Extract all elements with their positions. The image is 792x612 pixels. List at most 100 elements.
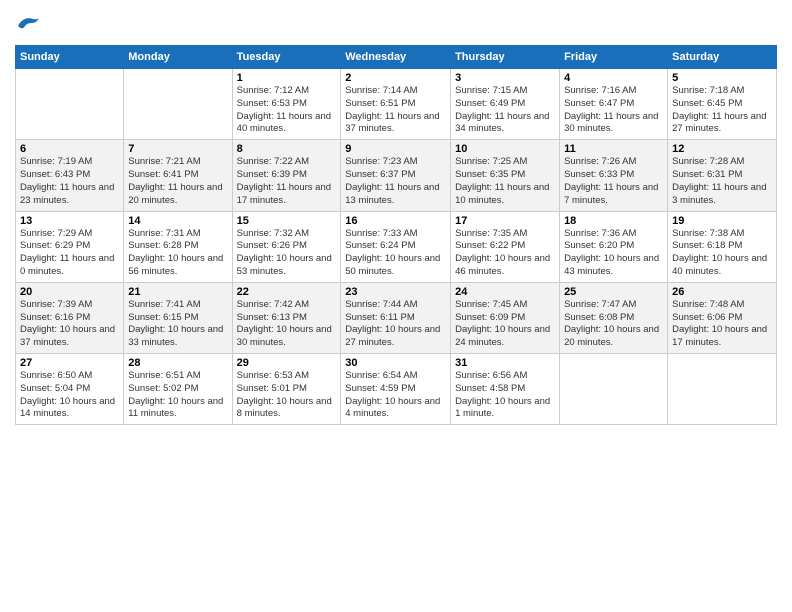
calendar-week-row: 13Sunrise: 7:29 AM Sunset: 6:29 PM Dayli… xyxy=(16,211,777,282)
day-info: Sunrise: 7:26 AM Sunset: 6:33 PM Dayligh… xyxy=(564,156,663,207)
day-info: Sunrise: 7:21 AM Sunset: 6:41 PM Dayligh… xyxy=(128,156,227,207)
day-info: Sunrise: 7:28 AM Sunset: 6:31 PM Dayligh… xyxy=(672,156,772,207)
day-number: 7 xyxy=(128,143,227,155)
day-info: Sunrise: 6:56 AM Sunset: 4:58 PM Dayligh… xyxy=(455,370,555,421)
day-info: Sunrise: 7:14 AM Sunset: 6:51 PM Dayligh… xyxy=(345,85,446,136)
calendar-cell: 4Sunrise: 7:16 AM Sunset: 6:47 PM Daylig… xyxy=(560,69,668,140)
day-number: 29 xyxy=(237,357,337,369)
day-number: 16 xyxy=(345,215,446,227)
day-info: Sunrise: 7:36 AM Sunset: 6:20 PM Dayligh… xyxy=(564,228,663,279)
calendar-cell: 11Sunrise: 7:26 AM Sunset: 6:33 PM Dayli… xyxy=(560,140,668,211)
calendar-cell: 9Sunrise: 7:23 AM Sunset: 6:37 PM Daylig… xyxy=(341,140,451,211)
day-number: 18 xyxy=(564,215,663,227)
day-number: 20 xyxy=(20,286,119,298)
calendar-cell: 18Sunrise: 7:36 AM Sunset: 6:20 PM Dayli… xyxy=(560,211,668,282)
day-info: Sunrise: 7:15 AM Sunset: 6:49 PM Dayligh… xyxy=(455,85,555,136)
day-number: 17 xyxy=(455,215,555,227)
day-info: Sunrise: 6:54 AM Sunset: 4:59 PM Dayligh… xyxy=(345,370,446,421)
day-info: Sunrise: 6:51 AM Sunset: 5:02 PM Dayligh… xyxy=(128,370,227,421)
calendar-cell: 26Sunrise: 7:48 AM Sunset: 6:06 PM Dayli… xyxy=(668,282,777,353)
day-info: Sunrise: 7:33 AM Sunset: 6:24 PM Dayligh… xyxy=(345,228,446,279)
day-number: 21 xyxy=(128,286,227,298)
calendar-cell: 30Sunrise: 6:54 AM Sunset: 4:59 PM Dayli… xyxy=(341,354,451,425)
day-number: 2 xyxy=(345,72,446,84)
day-number: 14 xyxy=(128,215,227,227)
day-info: Sunrise: 7:45 AM Sunset: 6:09 PM Dayligh… xyxy=(455,299,555,350)
page-header xyxy=(15,10,777,39)
day-number: 30 xyxy=(345,357,446,369)
day-info: Sunrise: 7:38 AM Sunset: 6:18 PM Dayligh… xyxy=(672,228,772,279)
calendar-cell: 22Sunrise: 7:42 AM Sunset: 6:13 PM Dayli… xyxy=(232,282,341,353)
day-info: Sunrise: 7:29 AM Sunset: 6:29 PM Dayligh… xyxy=(20,228,119,279)
day-info: Sunrise: 6:53 AM Sunset: 5:01 PM Dayligh… xyxy=(237,370,337,421)
calendar-week-row: 6Sunrise: 7:19 AM Sunset: 6:43 PM Daylig… xyxy=(16,140,777,211)
header-thursday: Thursday xyxy=(451,46,560,69)
calendar-cell xyxy=(124,69,232,140)
day-info: Sunrise: 7:35 AM Sunset: 6:22 PM Dayligh… xyxy=(455,228,555,279)
calendar-cell: 27Sunrise: 6:50 AM Sunset: 5:04 PM Dayli… xyxy=(16,354,124,425)
day-info: Sunrise: 7:16 AM Sunset: 6:47 PM Dayligh… xyxy=(564,85,663,136)
day-number: 26 xyxy=(672,286,772,298)
day-number: 23 xyxy=(345,286,446,298)
day-info: Sunrise: 7:31 AM Sunset: 6:28 PM Dayligh… xyxy=(128,228,227,279)
calendar-week-row: 27Sunrise: 6:50 AM Sunset: 5:04 PM Dayli… xyxy=(16,354,777,425)
day-info: Sunrise: 7:42 AM Sunset: 6:13 PM Dayligh… xyxy=(237,299,337,350)
calendar-cell: 13Sunrise: 7:29 AM Sunset: 6:29 PM Dayli… xyxy=(16,211,124,282)
day-number: 12 xyxy=(672,143,772,155)
day-info: Sunrise: 7:25 AM Sunset: 6:35 PM Dayligh… xyxy=(455,156,555,207)
header-sunday: Sunday xyxy=(16,46,124,69)
header-monday: Monday xyxy=(124,46,232,69)
day-number: 19 xyxy=(672,215,772,227)
day-number: 31 xyxy=(455,357,555,369)
day-number: 3 xyxy=(455,72,555,84)
day-number: 1 xyxy=(237,72,337,84)
logo xyxy=(15,14,41,39)
calendar-cell xyxy=(16,69,124,140)
day-info: Sunrise: 6:50 AM Sunset: 5:04 PM Dayligh… xyxy=(20,370,119,421)
calendar-cell: 15Sunrise: 7:32 AM Sunset: 6:26 PM Dayli… xyxy=(232,211,341,282)
day-info: Sunrise: 7:44 AM Sunset: 6:11 PM Dayligh… xyxy=(345,299,446,350)
calendar-cell: 19Sunrise: 7:38 AM Sunset: 6:18 PM Dayli… xyxy=(668,211,777,282)
calendar-cell: 8Sunrise: 7:22 AM Sunset: 6:39 PM Daylig… xyxy=(232,140,341,211)
calendar-header-row: SundayMondayTuesdayWednesdayThursdayFrid… xyxy=(16,46,777,69)
calendar-week-row: 1Sunrise: 7:12 AM Sunset: 6:53 PM Daylig… xyxy=(16,69,777,140)
day-number: 8 xyxy=(237,143,337,155)
header-wednesday: Wednesday xyxy=(341,46,451,69)
day-number: 6 xyxy=(20,143,119,155)
day-info: Sunrise: 7:23 AM Sunset: 6:37 PM Dayligh… xyxy=(345,156,446,207)
day-info: Sunrise: 7:41 AM Sunset: 6:15 PM Dayligh… xyxy=(128,299,227,350)
calendar-cell: 3Sunrise: 7:15 AM Sunset: 6:49 PM Daylig… xyxy=(451,69,560,140)
day-number: 27 xyxy=(20,357,119,369)
day-info: Sunrise: 7:19 AM Sunset: 6:43 PM Dayligh… xyxy=(20,156,119,207)
day-info: Sunrise: 7:47 AM Sunset: 6:08 PM Dayligh… xyxy=(564,299,663,350)
day-number: 22 xyxy=(237,286,337,298)
day-info: Sunrise: 7:48 AM Sunset: 6:06 PM Dayligh… xyxy=(672,299,772,350)
calendar-cell: 16Sunrise: 7:33 AM Sunset: 6:24 PM Dayli… xyxy=(341,211,451,282)
calendar-cell: 1Sunrise: 7:12 AM Sunset: 6:53 PM Daylig… xyxy=(232,69,341,140)
calendar-cell: 21Sunrise: 7:41 AM Sunset: 6:15 PM Dayli… xyxy=(124,282,232,353)
calendar-cell: 10Sunrise: 7:25 AM Sunset: 6:35 PM Dayli… xyxy=(451,140,560,211)
header-friday: Friday xyxy=(560,46,668,69)
calendar-week-row: 20Sunrise: 7:39 AM Sunset: 6:16 PM Dayli… xyxy=(16,282,777,353)
day-number: 5 xyxy=(672,72,772,84)
header-saturday: Saturday xyxy=(668,46,777,69)
calendar-cell: 14Sunrise: 7:31 AM Sunset: 6:28 PM Dayli… xyxy=(124,211,232,282)
day-number: 15 xyxy=(237,215,337,227)
day-number: 13 xyxy=(20,215,119,227)
day-info: Sunrise: 7:39 AM Sunset: 6:16 PM Dayligh… xyxy=(20,299,119,350)
day-number: 28 xyxy=(128,357,227,369)
calendar-cell: 24Sunrise: 7:45 AM Sunset: 6:09 PM Dayli… xyxy=(451,282,560,353)
day-info: Sunrise: 7:18 AM Sunset: 6:45 PM Dayligh… xyxy=(672,85,772,136)
calendar-cell: 17Sunrise: 7:35 AM Sunset: 6:22 PM Dayli… xyxy=(451,211,560,282)
calendar-cell: 28Sunrise: 6:51 AM Sunset: 5:02 PM Dayli… xyxy=(124,354,232,425)
calendar-cell: 23Sunrise: 7:44 AM Sunset: 6:11 PM Dayli… xyxy=(341,282,451,353)
day-info: Sunrise: 7:22 AM Sunset: 6:39 PM Dayligh… xyxy=(237,156,337,207)
day-info: Sunrise: 7:12 AM Sunset: 6:53 PM Dayligh… xyxy=(237,85,337,136)
calendar-cell: 7Sunrise: 7:21 AM Sunset: 6:41 PM Daylig… xyxy=(124,140,232,211)
day-number: 25 xyxy=(564,286,663,298)
logo-bird-icon xyxy=(17,14,41,34)
day-number: 11 xyxy=(564,143,663,155)
day-info: Sunrise: 7:32 AM Sunset: 6:26 PM Dayligh… xyxy=(237,228,337,279)
day-number: 9 xyxy=(345,143,446,155)
calendar-cell: 25Sunrise: 7:47 AM Sunset: 6:08 PM Dayli… xyxy=(560,282,668,353)
